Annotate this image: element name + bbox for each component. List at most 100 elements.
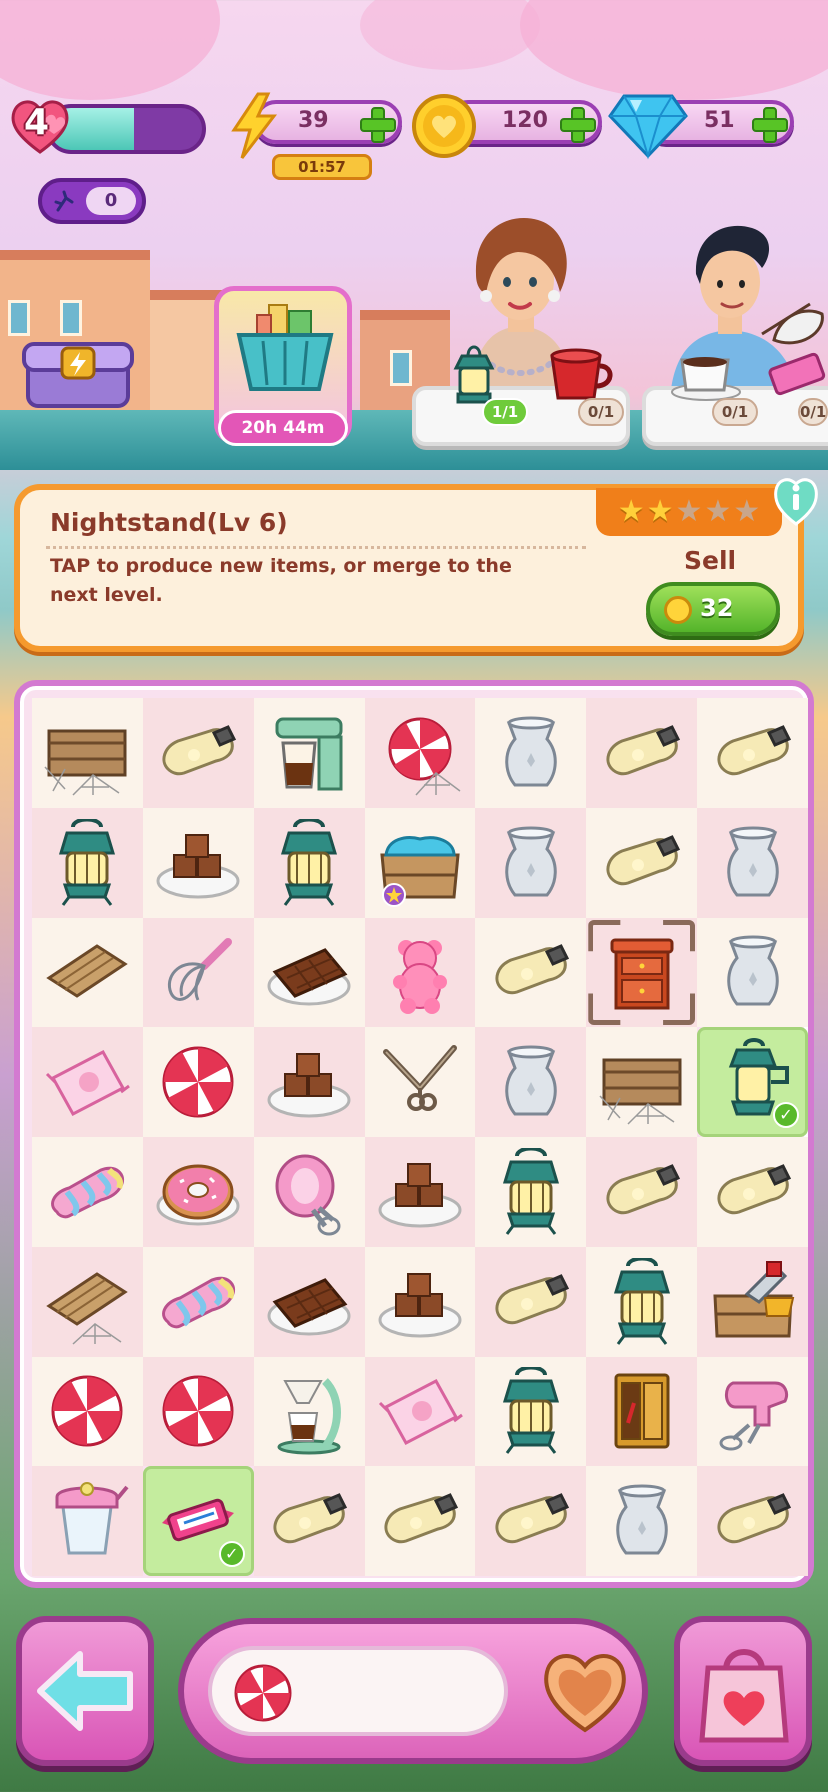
crate-icon[interactable]	[598, 1038, 686, 1126]
board-cell[interactable]	[142, 807, 254, 918]
light-bulb-icon[interactable]	[487, 1258, 575, 1346]
vase-icon[interactable]	[487, 709, 575, 797]
chocolate-cubes-icon[interactable]	[265, 1038, 353, 1126]
board-cell[interactable]	[364, 1137, 476, 1247]
lantern-icon[interactable]	[265, 818, 353, 907]
energy-plus-icon[interactable]	[360, 107, 396, 143]
board-cell[interactable]	[586, 1246, 698, 1357]
board-cell[interactable]	[475, 1356, 587, 1467]
board-cell[interactable]	[475, 1027, 587, 1137]
board-cell[interactable]: ✓	[697, 1027, 808, 1137]
donut-icon[interactable]	[154, 1148, 242, 1236]
inventory-tray[interactable]	[178, 1618, 648, 1764]
toolbox-icon[interactable]	[709, 1258, 797, 1346]
shop-button[interactable]	[674, 1616, 812, 1766]
wood-planks-icon[interactable]	[43, 1258, 131, 1346]
candy-pack-icon[interactable]	[376, 1367, 464, 1455]
board-cell[interactable]	[253, 1466, 365, 1576]
back-button[interactable]	[16, 1616, 154, 1766]
scissors-icon[interactable]	[376, 1038, 464, 1126]
cabinet-icon[interactable]	[598, 1367, 686, 1455]
board-cell[interactable]	[475, 807, 587, 918]
board-cell[interactable]	[142, 1027, 254, 1137]
board-cell[interactable]	[364, 917, 476, 1028]
light-bulb-icon[interactable]	[709, 709, 797, 797]
light-bulb-icon[interactable]	[154, 709, 242, 797]
board-cell[interactable]	[586, 1356, 698, 1467]
candy-swirl-icon[interactable]	[154, 1367, 242, 1455]
gems-plus-icon[interactable]	[752, 107, 788, 143]
vase-icon[interactable]	[709, 819, 797, 907]
board-cell[interactable]	[253, 1356, 365, 1467]
blender-icon[interactable]	[43, 1477, 131, 1565]
chocolate-bar-icon[interactable]	[265, 928, 353, 1016]
board-cell[interactable]	[253, 1137, 365, 1247]
marshmallow-icon[interactable]	[43, 1148, 131, 1236]
wood-planks-icon[interactable]	[43, 928, 131, 1016]
board-cell[interactable]	[32, 1137, 143, 1247]
board-cell[interactable]	[364, 1356, 476, 1467]
nightstand-icon[interactable]	[598, 928, 686, 1016]
light-bulb-icon[interactable]	[487, 1477, 575, 1565]
board-cell[interactable]	[697, 807, 808, 918]
board-cell[interactable]	[586, 917, 698, 1028]
light-bulb-icon[interactable]	[265, 1477, 353, 1565]
board-cell[interactable]	[475, 1246, 587, 1357]
board-cell[interactable]	[586, 1027, 698, 1137]
pvp-stat-pill[interactable]: 0	[38, 178, 146, 224]
board-cell[interactable]	[586, 698, 698, 808]
board-cell[interactable]	[253, 698, 365, 808]
board-cell[interactable]	[475, 698, 587, 808]
board-cell[interactable]	[253, 917, 365, 1028]
board-cell[interactable]	[142, 698, 254, 808]
coffee-maker-icon[interactable]	[265, 709, 353, 797]
board-cell[interactable]	[364, 807, 476, 918]
board-cell[interactable]: ✓	[142, 1466, 254, 1576]
lantern-icon[interactable]	[598, 1257, 686, 1346]
light-bulb-icon[interactable]	[598, 1148, 686, 1236]
lantern-icon[interactable]	[487, 1147, 575, 1236]
crate-icon[interactable]	[376, 819, 464, 907]
candy-swirl-icon[interactable]	[376, 709, 464, 797]
board-cell[interactable]	[32, 1466, 143, 1576]
vase-icon[interactable]	[709, 928, 797, 1016]
coins-plus-icon[interactable]	[560, 107, 596, 143]
board-cell[interactable]	[586, 807, 698, 918]
light-bulb-icon[interactable]	[709, 1148, 797, 1236]
board-cell[interactable]	[142, 1356, 254, 1467]
chocolate-bar-icon[interactable]	[265, 1258, 353, 1346]
candy-pack-icon[interactable]	[43, 1038, 131, 1126]
board-cell[interactable]	[32, 1246, 143, 1357]
energy-chest-icon[interactable]	[22, 330, 134, 412]
hand-mixer-icon[interactable]	[709, 1367, 797, 1455]
board-cell[interactable]	[364, 1466, 476, 1576]
lantern-icon[interactable]	[43, 818, 131, 907]
vase-icon[interactable]	[487, 819, 575, 907]
board-cell[interactable]	[475, 917, 587, 1028]
light-bulb-icon[interactable]	[376, 1477, 464, 1565]
heart-tray-icon[interactable]	[539, 1646, 631, 1736]
board-cell[interactable]	[142, 1137, 254, 1247]
marshmallow-icon[interactable]	[154, 1258, 242, 1346]
whisk-icon[interactable]	[154, 928, 242, 1016]
board-cell[interactable]	[475, 1137, 587, 1247]
chocolate-cubes-icon[interactable]	[376, 1148, 464, 1236]
board-cell[interactable]	[32, 807, 143, 918]
chocolate-cubes-icon[interactable]	[376, 1258, 464, 1346]
coffee-dripper-icon[interactable]	[265, 1367, 353, 1455]
board-cell[interactable]	[253, 1027, 365, 1137]
board-cell[interactable]	[475, 1466, 587, 1576]
board-cell[interactable]	[364, 698, 476, 808]
crate-icon[interactable]	[43, 709, 131, 797]
sell-button[interactable]: 32	[646, 582, 780, 636]
board-cell[interactable]	[697, 698, 808, 808]
board-cell[interactable]	[253, 1246, 365, 1357]
light-bulb-icon[interactable]	[598, 709, 686, 797]
board-cell[interactable]	[32, 698, 143, 808]
candy-swirl-icon[interactable]	[43, 1367, 131, 1455]
chocolate-cubes-icon[interactable]	[154, 819, 242, 907]
lantern-icon[interactable]	[487, 1367, 575, 1455]
board-cell[interactable]	[32, 917, 143, 1028]
board-cell[interactable]	[697, 1137, 808, 1247]
vase-icon[interactable]	[487, 1038, 575, 1126]
